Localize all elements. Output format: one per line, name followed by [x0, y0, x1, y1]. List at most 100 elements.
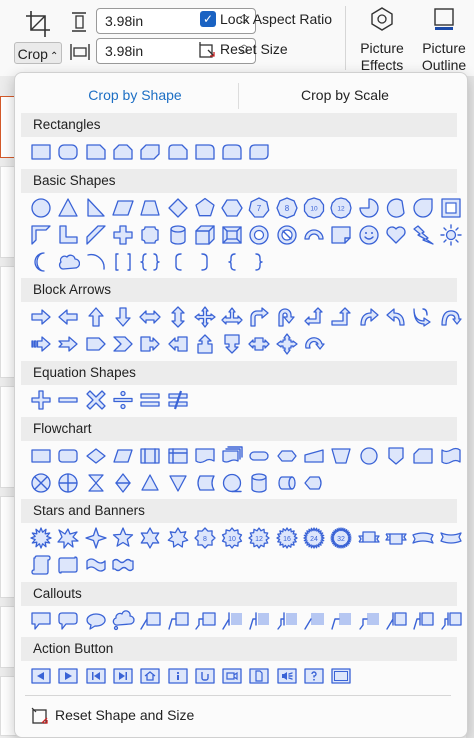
- notched-right-arrow-shape-icon[interactable]: [56, 332, 80, 356]
- picture-outline-button[interactable]: Picture Outline: [414, 6, 474, 74]
- ribbon-up-shape-icon[interactable]: [357, 526, 381, 550]
- crop-button[interactable]: Crop ⌃: [12, 4, 62, 66]
- left-up-arrow-shape-icon[interactable]: [302, 305, 326, 329]
- half-frame-shape-icon[interactable]: [29, 223, 53, 247]
- curved-ribbon-up-shape-icon[interactable]: [411, 526, 435, 550]
- moon-shape-icon[interactable]: [29, 250, 53, 274]
- triangle-shape-icon[interactable]: [56, 196, 80, 220]
- pentagon-arrow-shape-icon[interactable]: [84, 332, 108, 356]
- circular-arrow-shape-icon[interactable]: [302, 332, 326, 356]
- left-bracket-shape-icon[interactable]: [166, 250, 190, 274]
- line-callout2-border-shape-icon[interactable]: [329, 609, 353, 633]
- double-bracket-shape-icon[interactable]: [111, 250, 135, 274]
- line-callout3-shape-icon[interactable]: [193, 609, 217, 633]
- cloud-shape-icon[interactable]: [56, 250, 81, 274]
- merge-shape-icon[interactable]: [166, 471, 190, 495]
- corner-shape-icon[interactable]: [56, 223, 80, 247]
- display-shape-icon[interactable]: [302, 471, 326, 495]
- terminator-shape-icon[interactable]: [247, 444, 271, 468]
- plus-shape-icon[interactable]: [111, 223, 135, 247]
- document-shape-icon[interactable]: [193, 444, 217, 468]
- oval-shape-icon[interactable]: [29, 196, 53, 220]
- sequential-access-shape-icon[interactable]: [220, 471, 244, 495]
- collate-shape-icon[interactable]: [84, 471, 108, 495]
- round-rect-callout-shape-icon[interactable]: [56, 609, 80, 633]
- round2-same-rect-shape-icon[interactable]: [220, 140, 244, 164]
- left-arrow-shape-icon[interactable]: [56, 305, 80, 329]
- curved-up-arrow-shape-icon[interactable]: [411, 305, 435, 329]
- punched-tape-shape-icon[interactable]: [439, 444, 463, 468]
- bent-up-arrow-shape-icon[interactable]: [329, 305, 353, 329]
- lightning-bolt-shape-icon[interactable]: [411, 223, 435, 247]
- process-shape-icon[interactable]: [29, 444, 53, 468]
- up-arrow-shape-icon[interactable]: [84, 305, 108, 329]
- action-end-shape-icon[interactable]: [111, 664, 135, 688]
- dodecagon-shape-icon[interactable]: 12: [329, 196, 353, 220]
- crop-dropdown-label[interactable]: Crop ⌃: [14, 42, 62, 64]
- right-brace-shape-icon[interactable]: [247, 250, 271, 274]
- heptagon-shape-icon[interactable]: 7: [247, 196, 271, 220]
- action-blank-shape-icon[interactable]: [329, 664, 353, 688]
- sort-shape-icon[interactable]: [111, 471, 135, 495]
- right-bracket-shape-icon[interactable]: [193, 250, 217, 274]
- can-shape-icon[interactable]: [166, 223, 190, 247]
- double-brace-shape-icon[interactable]: [138, 250, 162, 274]
- chord-shape-icon[interactable]: [384, 196, 408, 220]
- right-arrow-shape-icon[interactable]: [29, 305, 53, 329]
- summing-junction-shape-icon[interactable]: [29, 471, 53, 495]
- quad-arrow-callout-shape-icon[interactable]: [275, 332, 299, 356]
- donut-shape-icon[interactable]: [247, 223, 271, 247]
- curved-down-arrow-shape-icon[interactable]: [439, 305, 463, 329]
- multidocument-shape-icon[interactable]: [220, 444, 244, 468]
- line-callout3-border-accent-shape-icon[interactable]: [439, 609, 463, 633]
- manual-operation-shape-icon[interactable]: [329, 444, 353, 468]
- teardrop-shape-icon[interactable]: [411, 196, 435, 220]
- star4-shape-icon[interactable]: [84, 526, 108, 550]
- data-shape-icon[interactable]: [111, 444, 135, 468]
- line-callout1-accent-shape-icon[interactable]: [220, 609, 244, 633]
- cloud-callout-shape-icon[interactable]: [111, 609, 135, 633]
- bent-arrow-shape-icon[interactable]: [247, 305, 271, 329]
- wave-shape-icon[interactable]: [84, 553, 108, 577]
- heart-shape-icon[interactable]: [384, 223, 408, 247]
- line-callout2-accent-shape-icon[interactable]: [247, 609, 271, 633]
- direct-access-storage-shape-icon[interactable]: [275, 471, 299, 495]
- snip-round-rect-shape-icon[interactable]: [166, 140, 190, 164]
- tab-crop-by-shape[interactable]: Crop by Shape: [55, 87, 215, 103]
- trapezoid-shape-icon[interactable]: [138, 196, 162, 220]
- connector-shape-icon[interactable]: [357, 444, 381, 468]
- star10-shape-icon[interactable]: 10: [220, 526, 244, 550]
- hexagon-shape-icon[interactable]: [220, 196, 244, 220]
- curved-ribbon-down-shape-icon[interactable]: [439, 526, 463, 550]
- chevron-shape-icon[interactable]: [111, 332, 135, 356]
- star8-shape-icon[interactable]: 8: [193, 526, 217, 550]
- or-shape-icon[interactable]: [56, 471, 80, 495]
- round2-diag-rect-shape-icon[interactable]: [247, 140, 271, 164]
- line-callout1-shape-icon[interactable]: [138, 609, 162, 633]
- vertical-scroll-shape-icon[interactable]: [29, 553, 53, 577]
- star5-shape-icon[interactable]: [111, 526, 135, 550]
- line-callout2-border-accent-shape-icon[interactable]: [411, 609, 435, 633]
- picture-effects-button[interactable]: Picture Effects: [352, 6, 412, 74]
- sun-shape-icon[interactable]: [439, 223, 463, 247]
- decision-shape-icon[interactable]: [84, 444, 108, 468]
- checkmark-icon[interactable]: ✓: [200, 11, 216, 27]
- predefined-process-shape-icon[interactable]: [138, 444, 162, 468]
- up-arrow-callout-shape-icon[interactable]: [193, 332, 217, 356]
- alternate-process-shape-icon[interactable]: [56, 444, 80, 468]
- down-arrow-callout-shape-icon[interactable]: [220, 332, 244, 356]
- reset-shape-and-size-button[interactable]: Reset Shape and Size: [31, 707, 194, 727]
- plus-sign-shape-icon[interactable]: [29, 388, 53, 412]
- explosion2-shape-icon[interactable]: [56, 526, 80, 550]
- right-arrow-callout-shape-icon[interactable]: [138, 332, 162, 356]
- action-movie-shape-icon[interactable]: [220, 664, 244, 688]
- tab-crop-by-scale[interactable]: Crop by Scale: [265, 87, 425, 103]
- left-brace-shape-icon[interactable]: [220, 250, 244, 274]
- line-callout3-border-shape-icon[interactable]: [357, 609, 381, 633]
- right-triangle-shape-icon[interactable]: [84, 196, 108, 220]
- star12-shape-icon[interactable]: 12: [247, 526, 271, 550]
- pentagon-shape-icon[interactable]: [193, 196, 217, 220]
- not-equal-sign-shape-icon[interactable]: [166, 388, 190, 412]
- star6-shape-icon[interactable]: [138, 526, 162, 550]
- bevel-shape-icon[interactable]: [220, 223, 244, 247]
